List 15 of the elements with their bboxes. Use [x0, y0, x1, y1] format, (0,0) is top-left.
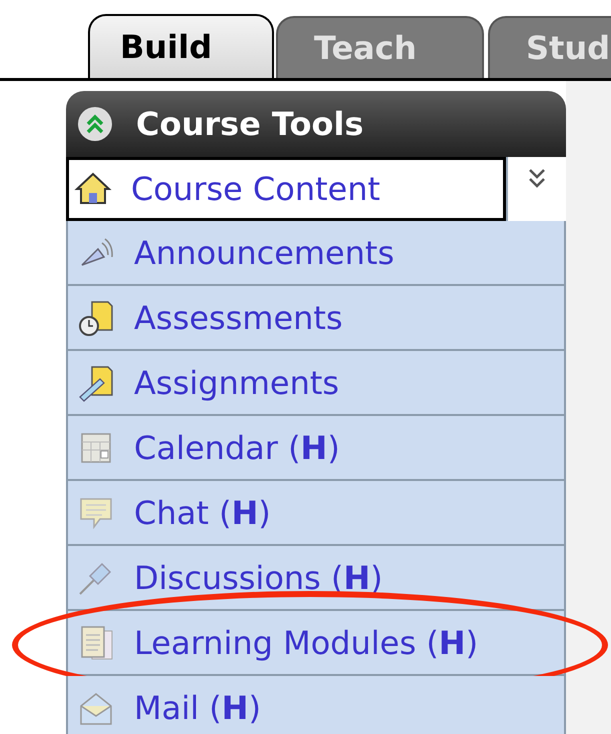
menu-item[interactable]: Discussions (H): [66, 546, 566, 611]
tab[interactable]: Build: [88, 14, 274, 78]
double-chevron-icon: [84, 113, 106, 135]
menu-item[interactable]: Assessments: [66, 286, 566, 351]
menu-item[interactable]: Mail (H): [66, 676, 566, 734]
menu-item[interactable]: Assignments: [66, 351, 566, 416]
menu-item[interactable]: Calendar (H): [66, 416, 566, 481]
menu-item[interactable]: Chat (H): [66, 481, 566, 546]
menu-item[interactable]: Learning Modules (H): [66, 611, 566, 676]
menu-item[interactable]: Announcements: [66, 221, 566, 286]
menu-item[interactable]: Course Content: [66, 157, 506, 221]
panel-title: Course Tools: [136, 104, 364, 145]
tab[interactable]: Stud: [488, 16, 611, 78]
tab[interactable]: Teach: [276, 16, 484, 78]
collapse-button[interactable]: [78, 107, 112, 141]
